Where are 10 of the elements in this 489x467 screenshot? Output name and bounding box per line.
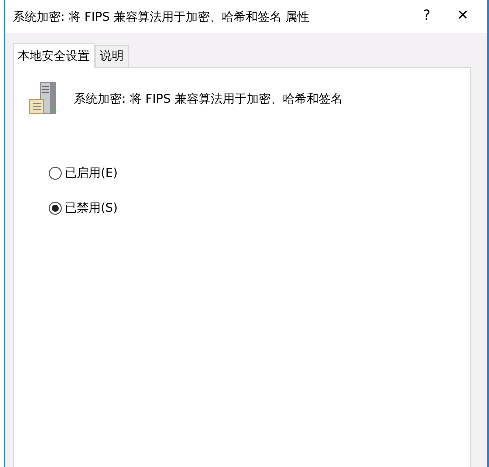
radio-button[interactable]	[49, 202, 62, 214]
window-title: 系统加密: 将 FIPS 兼容算法用于加密、哈希和签名 属性	[13, 8, 311, 26]
policy-name: 系统加密: 将 FIPS 兼容算法用于加密、哈希和签名	[74, 91, 343, 108]
radio-button[interactable]	[49, 166, 62, 180]
radio-label[interactable]: 已禁用(S)	[65, 199, 118, 217]
help-button[interactable]: ?	[409, 2, 445, 32]
tab[interactable]: 本地安全设置	[13, 43, 95, 68]
tab[interactable]: 说明	[95, 45, 129, 67]
close-button[interactable]: ✕	[445, 2, 481, 32]
radio-label[interactable]: 已启用(E)	[65, 164, 118, 182]
